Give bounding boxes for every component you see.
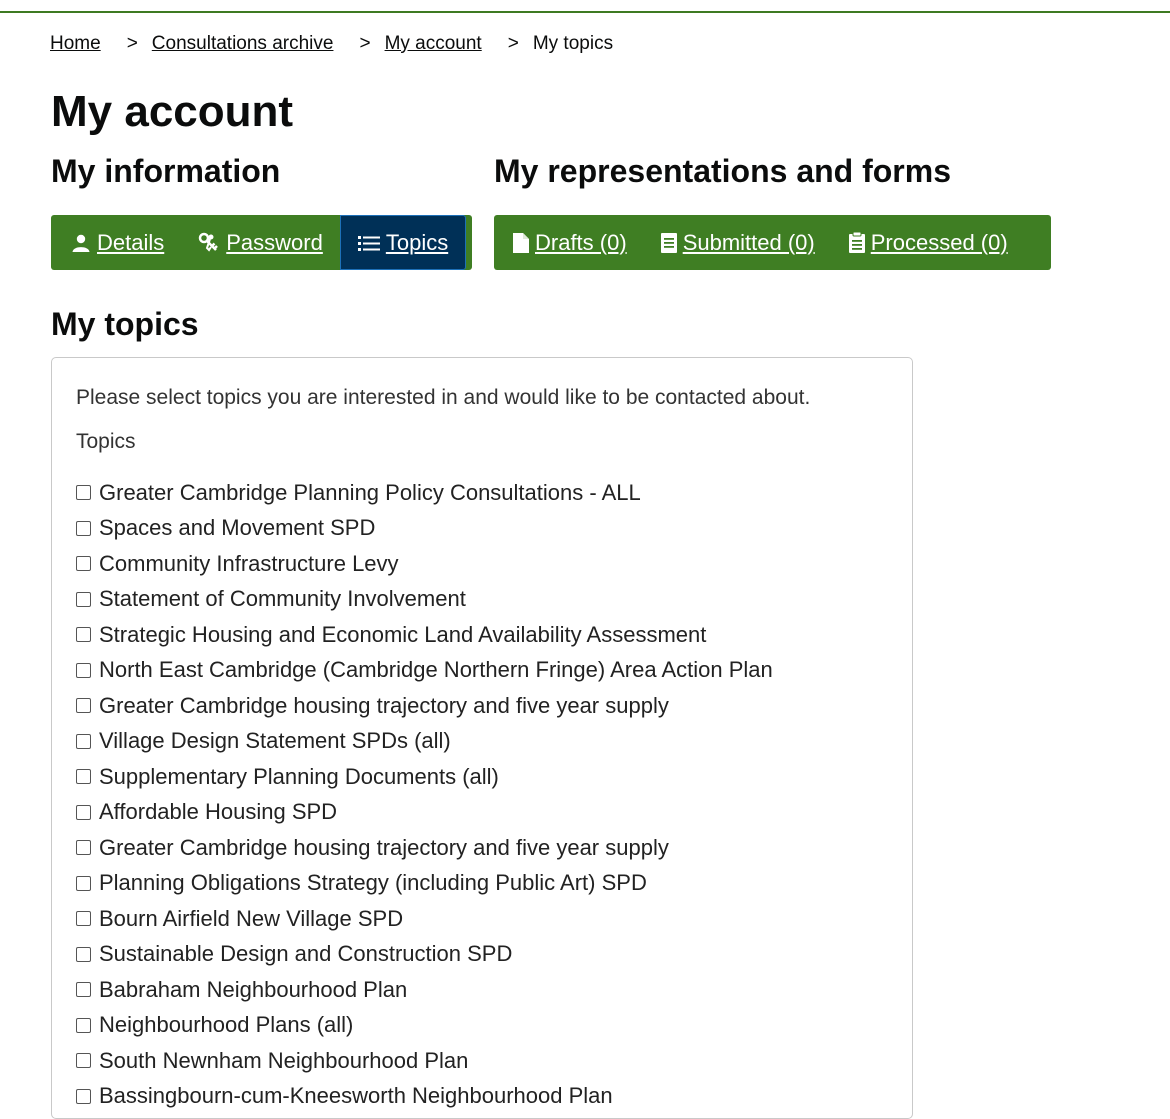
topic-checkbox[interactable] — [76, 804, 91, 820]
my-topics-heading: My topics — [51, 306, 199, 342]
topic-label: Greater Cambridge housing trajectory and… — [99, 692, 669, 718]
topic-label: Spaces and Movement SPD — [99, 515, 376, 541]
topic-item[interactable]: Babraham Neighbourhood Plan — [76, 972, 773, 1008]
topic-item[interactable]: Statement of Community Involvement — [76, 582, 773, 618]
topic-label: Babraham Neighbourhood Plan — [99, 976, 408, 1002]
topic-checkbox[interactable] — [76, 911, 91, 927]
drafts-tab-label: Drafts (0) — [535, 229, 627, 255]
topic-item[interactable]: Greater Cambridge Planning Policy Consul… — [76, 475, 773, 511]
topic-label: Neighbourhood Plans (all) — [99, 1012, 354, 1038]
list-icon — [357, 234, 380, 252]
user-icon — [71, 233, 91, 253]
topic-label: Supplementary Planning Documents (all) — [99, 763, 499, 789]
submitted-tab[interactable]: Submitted (0) — [644, 215, 832, 270]
topic-label: Greater Cambridge Planning Policy Consul… — [99, 479, 641, 505]
breadcrumb-separator: > — [126, 33, 138, 54]
topic-item[interactable]: Strategic Housing and Economic Land Avai… — [76, 617, 773, 653]
submitted-tab-label: Submitted (0) — [682, 229, 815, 255]
topic-item[interactable]: Community Infrastructure Levy — [76, 546, 773, 582]
topic-label: Greater Cambridge housing trajectory and… — [99, 834, 669, 860]
processed-tab[interactable]: Processed (0) — [832, 215, 1025, 270]
topic-item[interactable]: Planning Obligations Strategy (including… — [76, 866, 773, 902]
topic-item[interactable]: South Newnham Neighbourhood Plan — [76, 1043, 773, 1079]
topic-item[interactable]: Spaces and Movement SPD — [76, 511, 773, 547]
topic-label: Village Design Statement SPDs (all) — [99, 728, 451, 754]
topic-item[interactable]: Supplementary Planning Documents (all) — [76, 759, 773, 795]
topics-tab-label: Topics — [385, 229, 449, 255]
my-information-heading: My information — [51, 153, 281, 189]
topic-item[interactable]: Bassingbourn-cum-Kneesworth Neighbourhoo… — [76, 1079, 773, 1115]
topic-item[interactable]: North East Cambridge (Cambridge Northern… — [76, 653, 773, 689]
processed-tab-label: Processed (0) — [870, 229, 1008, 255]
topic-checkbox[interactable] — [76, 875, 91, 891]
topic-item[interactable]: Bourn Airfield New Village SPD — [76, 901, 773, 937]
topic-checkbox[interactable] — [76, 1017, 91, 1033]
topic-checkbox[interactable] — [76, 485, 91, 501]
topic-checkbox[interactable] — [76, 769, 91, 785]
topic-label: Bassingbourn-cum-Kneesworth Neighbourhoo… — [99, 1083, 613, 1109]
breadcrumb-consultations-archive-link[interactable]: Consultations archive — [152, 33, 334, 55]
document-icon — [660, 232, 677, 253]
topic-checkbox[interactable] — [76, 840, 91, 856]
breadcrumb-current: My topics — [532, 33, 614, 54]
keys-icon — [198, 232, 220, 254]
topic-checkbox[interactable] — [76, 662, 91, 678]
topics-tab[interactable]: Topics — [339, 215, 467, 270]
breadcrumb-my-account-link[interactable]: My account — [385, 33, 482, 55]
breadcrumb-separator: > — [359, 33, 371, 54]
breadcrumb-separator: > — [507, 33, 519, 54]
topic-label: Bourn Airfield New Village SPD — [99, 905, 404, 931]
password-tab[interactable]: Password — [181, 215, 340, 270]
my-representations-heading: My representations and forms — [494, 153, 951, 189]
topic-label: North East Cambridge (Cambridge Northern… — [99, 657, 773, 683]
topic-label: Sustainable Design and Construction SPD — [99, 941, 513, 967]
topic-item[interactable]: Neighbourhood Plans (all) — [76, 1008, 773, 1044]
details-tab-label: Details — [97, 229, 165, 255]
topic-label: Strategic Housing and Economic Land Avai… — [99, 621, 707, 647]
topic-item[interactable]: Affordable Housing SPD — [76, 795, 773, 831]
topic-checkbox[interactable] — [76, 1088, 91, 1104]
topic-checkbox[interactable] — [76, 1053, 91, 1069]
breadcrumb-home-link[interactable]: Home — [50, 33, 101, 55]
topic-list: Greater Cambridge Planning Policy Consul… — [76, 475, 773, 1114]
topic-checkbox[interactable] — [76, 556, 91, 572]
clipboard-icon — [848, 232, 865, 253]
details-tab[interactable]: Details — [51, 215, 181, 270]
account-info-nav: Details Password Topics — [51, 215, 472, 270]
topic-checkbox[interactable] — [76, 946, 91, 962]
topics-label: Topics — [76, 430, 136, 453]
topic-checkbox[interactable] — [76, 982, 91, 998]
password-tab-label: Password — [226, 229, 323, 255]
topics-intro-text: Please select topics you are interested … — [76, 386, 811, 409]
topic-checkbox[interactable] — [76, 520, 91, 536]
topic-item[interactable]: Greater Cambridge housing trajectory and… — [76, 688, 773, 724]
topic-label: South Newnham Neighbourhood Plan — [99, 1047, 469, 1073]
header-divider — [0, 11, 1170, 13]
topic-label: Planning Obligations Strategy (including… — [99, 870, 647, 896]
topic-checkbox[interactable] — [76, 733, 91, 749]
topic-item[interactable]: Sustainable Design and Construction SPD — [76, 937, 773, 973]
topics-panel: Please select topics you are interested … — [51, 357, 913, 1119]
topic-label: Affordable Housing SPD — [99, 799, 338, 825]
breadcrumb: Home > Consultations archive > My accoun… — [50, 33, 613, 55]
topic-label: Community Infrastructure Levy — [99, 550, 399, 576]
topic-checkbox[interactable] — [76, 627, 91, 643]
drafts-tab[interactable]: Drafts (0) — [494, 215, 644, 270]
topic-checkbox[interactable] — [76, 698, 91, 714]
topic-checkbox[interactable] — [76, 591, 91, 607]
topic-label: Statement of Community Involvement — [99, 586, 466, 612]
topic-item[interactable]: Greater Cambridge housing trajectory and… — [76, 830, 773, 866]
file-icon — [513, 232, 529, 253]
page-title: My account — [51, 87, 294, 136]
topic-item[interactable]: Village Design Statement SPDs (all) — [76, 724, 773, 760]
representations-nav: Drafts (0) Submitted (0) Processed (0) — [494, 215, 1051, 270]
